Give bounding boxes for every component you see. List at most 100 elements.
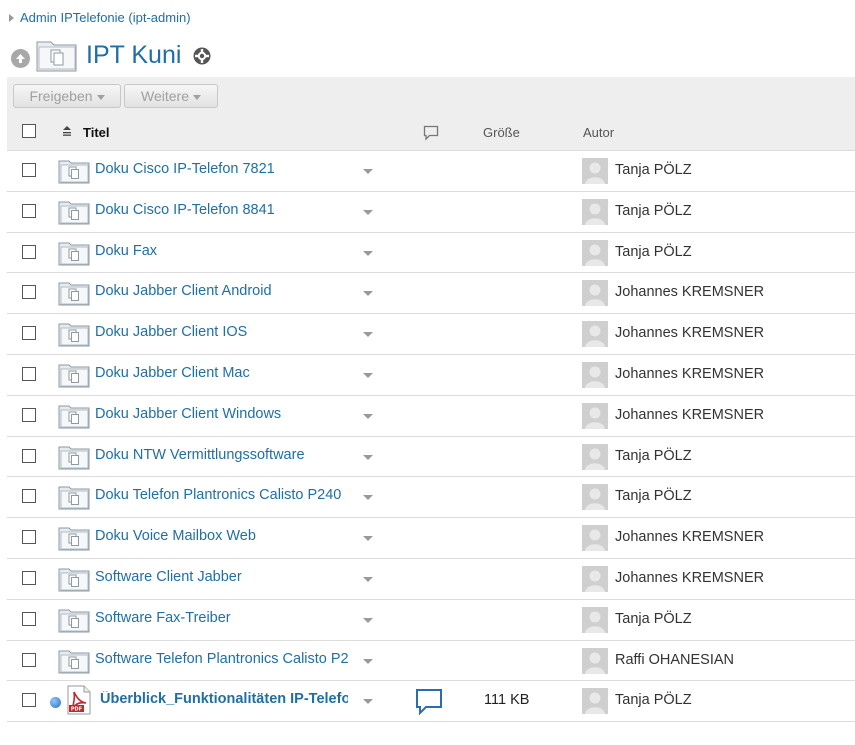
share-button[interactable]: Freigeben xyxy=(13,84,121,108)
gear-icon[interactable] xyxy=(192,46,212,66)
file-size: 111 KB xyxy=(484,692,530,709)
row-actions-dropdown-icon[interactable] xyxy=(363,617,373,623)
table-row[interactable]: Doku Telefon Plantronics Calisto P240 Ta… xyxy=(7,476,855,517)
breadcrumb-arrow-icon xyxy=(9,13,14,22)
chevron-down-icon xyxy=(96,94,105,100)
row-actions-dropdown-icon[interactable] xyxy=(363,169,373,174)
item-name-link[interactable]: Doku Voice Mailbox Web xyxy=(95,528,256,544)
column-size[interactable]: Größe xyxy=(483,125,520,140)
row-actions-dropdown-icon[interactable] xyxy=(363,291,373,297)
column-title[interactable]: Titel xyxy=(83,125,110,140)
item-name-link[interactable]: Doku Jabber Client Mac xyxy=(95,365,250,381)
folder-large-icon xyxy=(36,41,77,72)
table-row[interactable]: Doku Voice Mailbox Web Johannes KREMSNER xyxy=(7,517,855,558)
row-actions-dropdown-icon[interactable] xyxy=(363,658,373,664)
row-actions-dropdown-icon[interactable] xyxy=(363,209,373,215)
folder-icon xyxy=(58,525,90,556)
item-name-link[interactable]: Doku Jabber Client IOS xyxy=(95,324,247,340)
row-checkbox[interactable] xyxy=(22,570,36,585)
item-name-link[interactable]: Doku Telefon Plantronics Calisto P240 xyxy=(95,487,341,503)
row-checkbox[interactable] xyxy=(22,448,36,463)
table-row[interactable]: Doku Jabber Client IOS Johannes KREMSNER xyxy=(7,313,855,354)
item-name-link[interactable]: Doku Cisco IP-Telefon 8841 xyxy=(95,202,275,218)
author-name: Raffi OHANESIAN xyxy=(615,651,734,668)
author-name: Johannes KREMSNER xyxy=(615,569,765,586)
avatar xyxy=(582,239,608,266)
item-name-link[interactable]: Software Fax-Treiber xyxy=(95,610,231,626)
row-actions-dropdown-icon[interactable] xyxy=(363,699,373,705)
author-name: Johannes KREMSNER xyxy=(615,365,765,382)
comment-icon[interactable] xyxy=(415,688,443,721)
author-name: Tanja PÖLZ xyxy=(615,610,692,627)
row-actions-dropdown-icon[interactable] xyxy=(363,495,373,501)
author-name: Tanja PÖLZ xyxy=(615,162,692,178)
avatar xyxy=(582,565,608,592)
item-name-link[interactable]: Software Telefon Plantronics Calisto P24… xyxy=(95,651,349,667)
row-actions-dropdown-icon[interactable] xyxy=(363,250,373,256)
row-checkbox[interactable] xyxy=(22,285,36,300)
item-name-link[interactable]: Doku Jabber Client Android xyxy=(95,283,272,299)
author-name: Tanja PÖLZ xyxy=(615,447,692,464)
row-checkbox[interactable] xyxy=(22,652,36,667)
avatar xyxy=(582,198,608,225)
row-actions-dropdown-icon[interactable] xyxy=(363,413,373,419)
pdf-file-icon: PDF xyxy=(65,685,93,720)
avatar xyxy=(582,280,608,307)
avatar xyxy=(582,484,608,511)
table-row[interactable]: Software Client Jabber Johannes KREMSNER xyxy=(7,557,855,599)
row-checkbox[interactable] xyxy=(22,203,36,218)
up-arrow-icon[interactable] xyxy=(11,48,30,68)
comment-icon xyxy=(423,125,439,141)
row-actions-dropdown-icon[interactable] xyxy=(363,576,373,582)
folder-icon xyxy=(58,362,90,393)
table-row[interactable]: Software Fax-Treiber Tanja PÖLZ xyxy=(7,598,855,640)
title-row: IPT Kuni xyxy=(11,37,212,73)
breadcrumb[interactable]: Admin IPTelefonie (ipt-admin) xyxy=(9,10,191,25)
more-button[interactable]: Weitere xyxy=(124,84,218,108)
author-name: Johannes KREMSNER xyxy=(615,406,765,423)
row-checkbox[interactable] xyxy=(22,530,36,545)
row-actions-dropdown-icon[interactable] xyxy=(363,372,373,378)
column-author[interactable]: Autor xyxy=(583,125,614,140)
item-name-link[interactable]: Doku Cisco IP-Telefon 7821 xyxy=(95,161,275,177)
table-row[interactable]: PDF Überblick_Funktionalitäten IP-Telefo… xyxy=(7,680,855,723)
folder-icon xyxy=(58,607,90,638)
folder-icon xyxy=(58,321,90,352)
author-name: Tanja PÖLZ xyxy=(615,692,692,709)
row-checkbox[interactable] xyxy=(22,366,36,381)
row-checkbox[interactable] xyxy=(22,326,36,341)
more-button-label: Weitere xyxy=(141,88,189,104)
row-actions-dropdown-icon[interactable] xyxy=(363,332,373,338)
author-name: Tanja PÖLZ xyxy=(615,202,692,219)
row-checkbox[interactable] xyxy=(22,244,36,259)
row-checkbox[interactable] xyxy=(22,163,36,177)
folder-icon xyxy=(58,199,90,230)
table-row[interactable]: Doku Cisco IP-Telefon 7821 Tanja PÖLZ xyxy=(7,150,855,191)
item-name-link[interactable]: Doku Fax xyxy=(95,243,157,259)
table-row[interactable]: Doku Fax Tanja PÖLZ xyxy=(7,231,855,273)
breadcrumb-label[interactable]: Admin IPTelefonie (ipt-admin) xyxy=(20,10,191,25)
select-all-checkbox[interactable] xyxy=(22,124,36,138)
row-actions-dropdown-icon[interactable] xyxy=(363,454,373,460)
sort-icon[interactable] xyxy=(61,125,73,137)
table-row[interactable]: Doku Jabber Client Windows Johannes KREM… xyxy=(7,394,855,436)
row-checkbox[interactable] xyxy=(22,407,36,422)
row-actions-dropdown-icon[interactable] xyxy=(363,536,373,542)
avatar xyxy=(582,158,608,184)
item-name-link[interactable]: Software Client Jabber xyxy=(95,569,242,585)
table-row[interactable]: Doku NTW Vermittlungssoftware Tanja PÖLZ xyxy=(7,435,855,477)
folder-icon xyxy=(58,566,90,597)
item-name-link[interactable]: Doku NTW Vermittlungssoftware xyxy=(95,447,305,463)
row-checkbox[interactable] xyxy=(22,693,36,708)
item-name-link[interactable]: Doku Jabber Client Windows xyxy=(95,406,281,422)
status-dot-icon xyxy=(50,697,61,709)
table-row[interactable]: Doku Jabber Client Mac Johannes KREMSNER xyxy=(7,353,855,395)
row-checkbox[interactable] xyxy=(22,611,36,626)
table-row[interactable]: Doku Cisco IP-Telefon 8841 Tanja PÖLZ xyxy=(7,190,855,232)
table-row[interactable]: Doku Jabber Client Android Johannes KREM… xyxy=(7,272,855,313)
item-name-link[interactable]: Überblick_Funktionalitäten IP-Telefon xyxy=(100,691,348,707)
avatar xyxy=(582,361,608,388)
table-row[interactable]: Software Telefon Plantronics Calisto P24… xyxy=(7,639,855,681)
table-header: Titel Größe Autor xyxy=(7,114,855,150)
row-checkbox[interactable] xyxy=(22,489,36,504)
